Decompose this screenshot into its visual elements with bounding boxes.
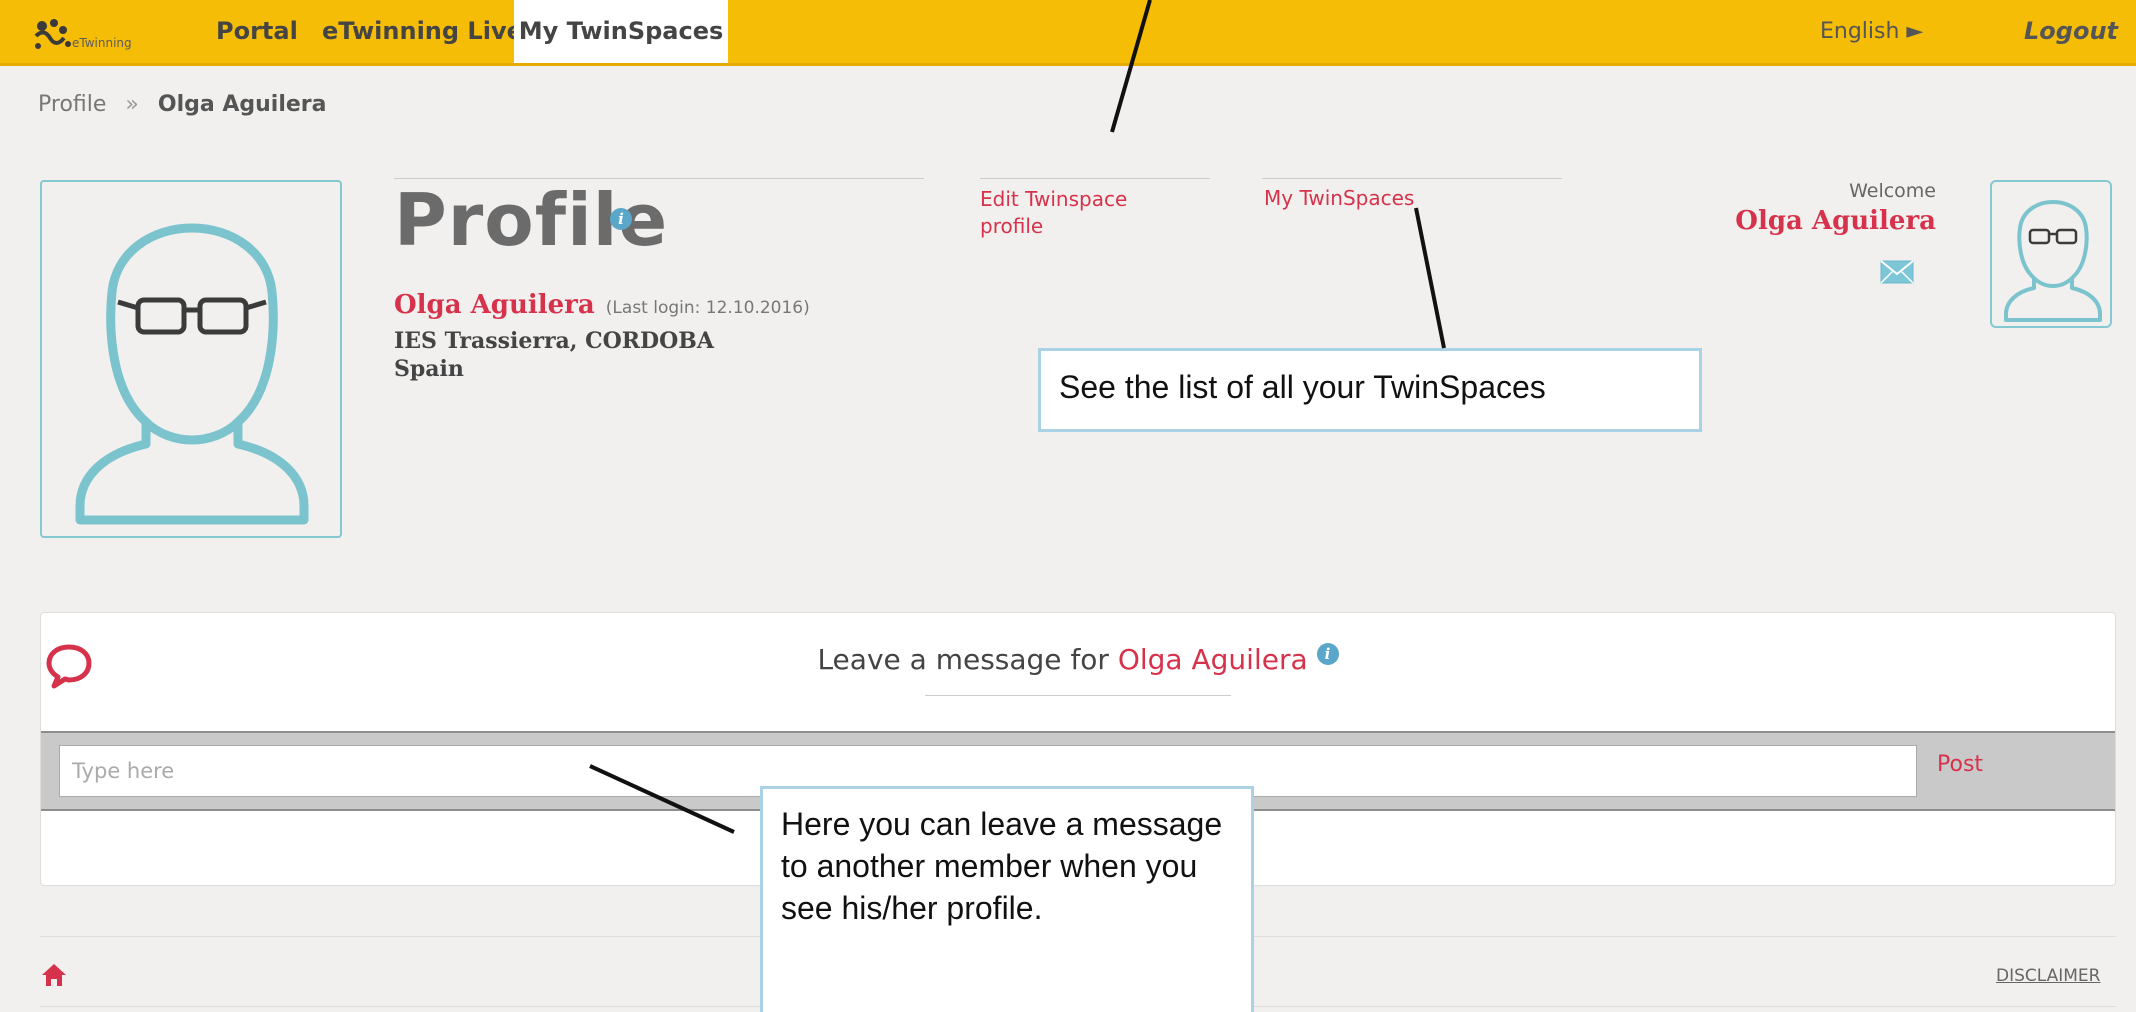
profile-info-icon[interactable]: i <box>610 208 632 230</box>
last-login: (Last login: 12.10.2016) <box>605 298 810 318</box>
message-title-prefix: Leave a message for <box>817 643 1109 676</box>
user-avatar-small-icon <box>2004 200 2102 322</box>
nav-etwinning-live[interactable]: eTwinning Live <box>322 0 523 63</box>
message-title-name[interactable]: Olga Aguilera <box>1118 643 1308 676</box>
etwinning-logo[interactable]: eTwinning <box>30 16 180 56</box>
user-line: Olga Aguilera (Last login: 12.10.2016) <box>394 290 810 320</box>
user-country: Spain <box>394 356 464 382</box>
welcome-user-name[interactable]: Olga Aguilera <box>1700 206 1936 236</box>
nav-my-twinspaces[interactable]: My TwinSpaces <box>514 0 728 63</box>
breadcrumb-root[interactable]: Profile <box>38 92 106 117</box>
user-avatar-icon <box>75 223 309 525</box>
mail-icon[interactable] <box>1880 260 1914 284</box>
breadcrumb-separator: » <box>125 92 139 117</box>
home-icon[interactable] <box>40 962 68 988</box>
top-navigation-bar: eTwinning Portal eTwinning Live My TwinS… <box>0 0 2136 66</box>
edit-twinspace-profile-link[interactable]: Edit Twinspace profile <box>980 186 1180 240</box>
welcome-avatar[interactable] <box>1990 180 2112 328</box>
etwinning-logo-icon <box>34 19 71 49</box>
twinspaces-tip-text: See the list of all your TwinSpaces <box>1059 369 1546 405</box>
user-name[interactable]: Olga Aguilera <box>394 290 595 320</box>
message-tip-callout: Here you can leave a message to another … <box>760 786 1254 1012</box>
message-tip-text: Here you can leave a message to another … <box>781 806 1223 926</box>
logout-link[interactable]: Logout <box>2024 0 2118 63</box>
pointer-line-twinspaces <box>1414 207 1446 349</box>
message-info-icon[interactable]: i <box>1316 643 1339 665</box>
disclaimer-link[interactable]: DISCLAIMER <box>1996 966 2101 986</box>
language-selector[interactable]: English ► <box>1820 0 1923 63</box>
profile-avatar <box>40 180 342 538</box>
message-header: Leave a message for Olga Aguilera i <box>41 613 2115 731</box>
post-button[interactable]: Post <box>1937 745 1983 785</box>
message-title: Leave a message for Olga Aguilera i <box>41 643 2115 676</box>
breadcrumb-current: Olga Aguilera <box>157 92 327 117</box>
edit-divider <box>980 178 1210 179</box>
my-twinspaces-link[interactable]: My TwinSpaces <box>1264 186 1414 210</box>
spaces-divider <box>1262 178 1562 179</box>
welcome-label: Welcome <box>1849 180 1936 202</box>
twinspaces-tip-callout: See the list of all your TwinSpaces <box>1038 348 1702 432</box>
message-title-underline <box>925 695 1231 696</box>
logo-text: eTwinning <box>72 36 132 50</box>
nav-portal[interactable]: Portal <box>216 0 298 63</box>
breadcrumb: Profile » Olga Aguilera <box>38 92 327 117</box>
user-school: IES Trassierra, CORDOBA <box>394 328 714 354</box>
